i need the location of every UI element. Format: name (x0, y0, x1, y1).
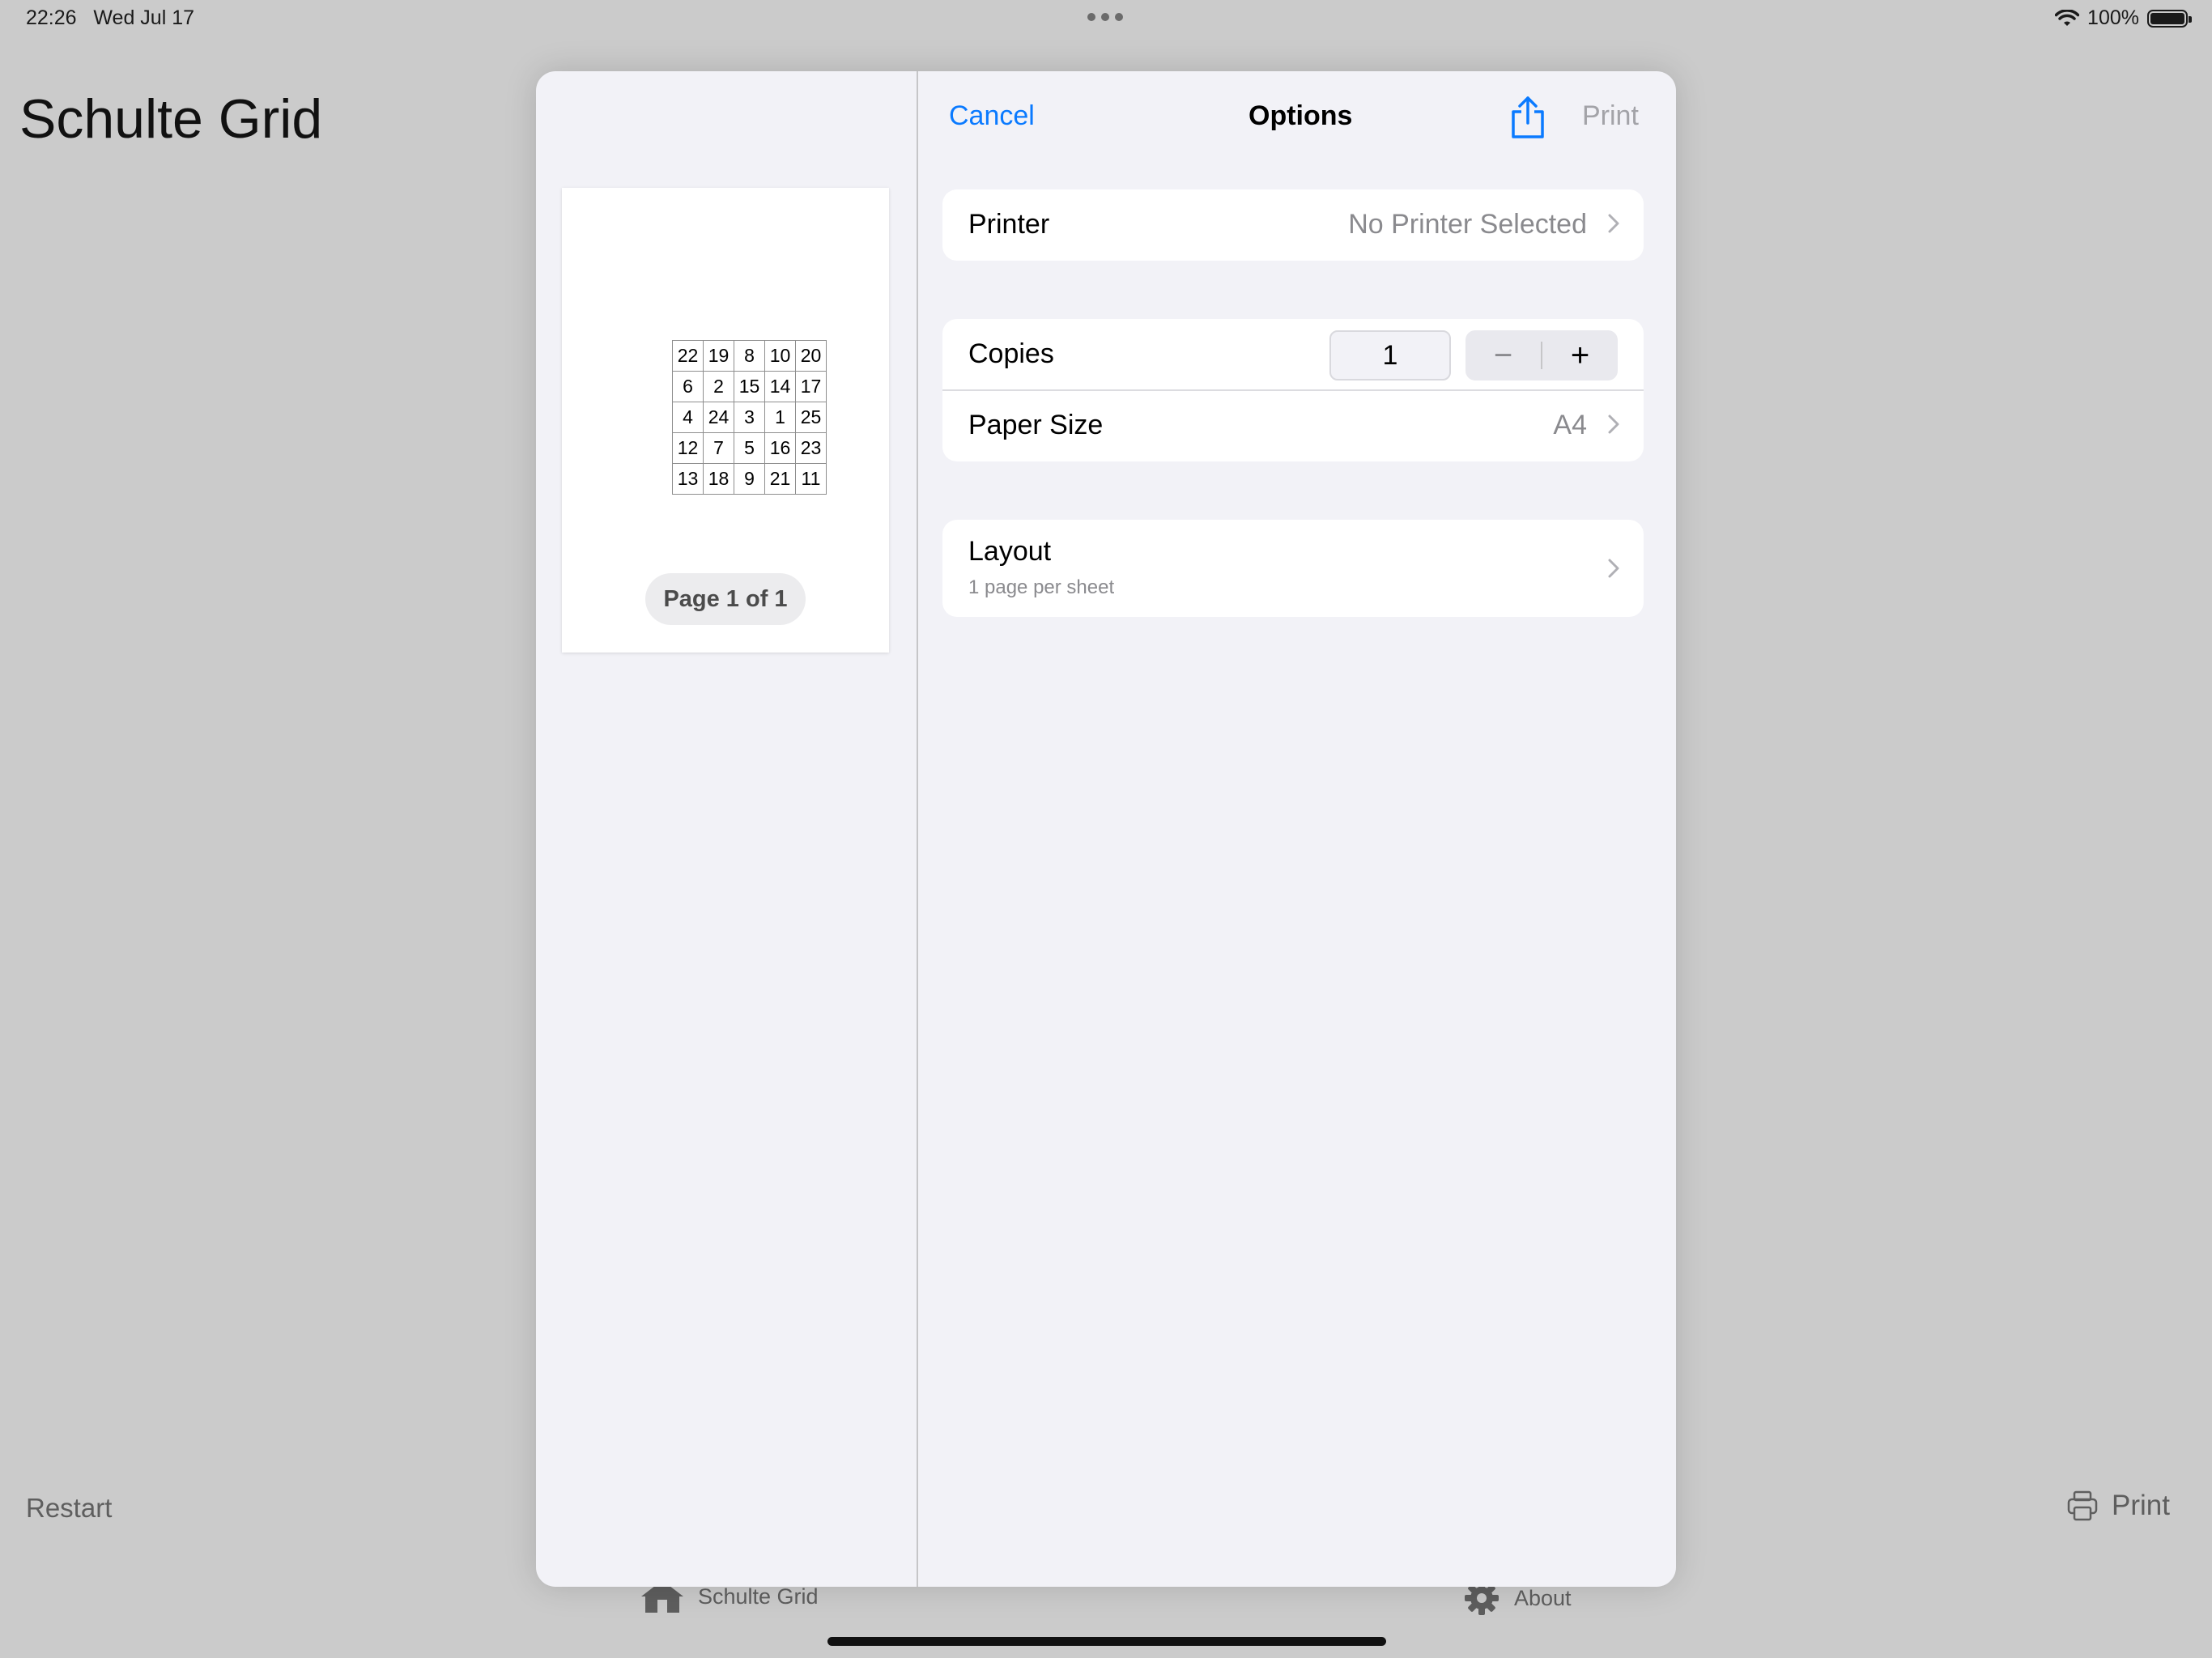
layout-group: Layout 1 page per sheet (942, 520, 1644, 617)
paper-size-value: A4 (1553, 410, 1587, 440)
copies-row: Copies 1 − + (942, 319, 1644, 390)
grid-cell: 16 (764, 432, 796, 464)
grid-cell: 14 (764, 371, 796, 402)
status-time: 22:26 Wed Jul 17 (26, 6, 194, 30)
grid-cell: 25 (795, 402, 827, 433)
chevron-right-icon (1608, 414, 1619, 434)
grid-cell: 8 (734, 340, 765, 372)
layout-row[interactable]: Layout 1 page per sheet (942, 520, 1644, 617)
copies-stepper: − + (1465, 330, 1618, 380)
grid-cell: 21 (764, 463, 796, 495)
grid-cell: 10 (764, 340, 796, 372)
layout-subtitle: 1 page per sheet (968, 576, 1115, 598)
share-icon[interactable] (1509, 96, 1546, 139)
printer-group: Printer No Printer Selected (942, 189, 1644, 261)
wifi-icon (2055, 9, 2080, 26)
status-indicators: 100% (2055, 6, 2192, 30)
grid-cell: 2 (703, 371, 734, 402)
tab-label: Schulte Grid (698, 1584, 819, 1609)
grid-cell: 22 (672, 340, 704, 372)
grid-cell: 17 (795, 371, 827, 402)
grid-cell: 6 (672, 371, 704, 402)
paper-size-label: Paper Size (968, 410, 1104, 440)
grid-cell: 23 (795, 432, 827, 464)
grid-cell: 5 (734, 432, 765, 464)
chevron-right-icon (1608, 559, 1619, 578)
grid-cell: 19 (703, 340, 734, 372)
paper-size-row[interactable]: Paper Size A4 (942, 390, 1644, 461)
print-options-sheet: 22 19 8 10 20 6 2 15 14 17 4 24 3 1 25 12 7 5 16 23 13 18 9 21 1… (536, 71, 1676, 1587)
restart-button[interactable]: Restart (26, 1493, 112, 1524)
grid-row: 6 2 15 14 17 (672, 371, 827, 402)
pane-divider (917, 71, 918, 1587)
schulte-grid-preview: 22 19 8 10 20 6 2 15 14 17 4 24 3 1 25 12 7 5 16 23 13 18 9 21 1… (672, 340, 827, 495)
multitasking-dots[interactable] (1087, 13, 1123, 21)
grid-cell: 24 (703, 402, 734, 433)
app-title: Schulte Grid (19, 88, 323, 150)
grid-cell: 12 (672, 432, 704, 464)
page-preview[interactable]: 22 19 8 10 20 6 2 15 14 17 4 24 3 1 25 12 7 5 16 23 13 18 9 21 1… (562, 188, 889, 653)
grid-row: 13 18 9 21 11 (672, 463, 827, 495)
grid-cell: 1 (764, 402, 796, 433)
tab-label: About (1514, 1585, 1572, 1610)
chevron-right-icon (1608, 214, 1619, 233)
status-clock: 22:26 (26, 6, 77, 29)
grid-cell: 4 (672, 402, 704, 433)
printer-value: No Printer Selected (1348, 209, 1587, 240)
copies-field[interactable]: 1 (1329, 330, 1451, 380)
dialog-title: Options (1249, 100, 1353, 131)
print-button[interactable]: Print (1582, 100, 1639, 132)
toolbar-print-button[interactable]: Print (2066, 1490, 2170, 1522)
toolbar-print-label: Print (2112, 1490, 2170, 1521)
grid-cell: 3 (734, 402, 765, 433)
copies-paper-group: Copies 1 − + Paper Size A4 (942, 319, 1644, 461)
battery-percent: 100% (2087, 6, 2139, 29)
grid-cell: 15 (734, 371, 765, 402)
grid-row: 22 19 8 10 20 (672, 340, 827, 372)
grid-cell: 20 (795, 340, 827, 372)
grid-cell: 9 (734, 463, 765, 495)
layout-label: Layout (968, 536, 1052, 567)
grid-cell: 7 (703, 432, 734, 464)
decrement-button[interactable]: − (1465, 330, 1541, 380)
battery-icon (2147, 9, 2192, 28)
copies-label: Copies (968, 338, 1054, 369)
page-indicator: Page 1 of 1 (645, 573, 806, 625)
printer-icon (2067, 1490, 2098, 1521)
grid-cell: 11 (795, 463, 827, 495)
grid-row: 4 24 3 1 25 (672, 402, 827, 433)
status-date: Wed Jul 17 (93, 6, 195, 29)
printer-row[interactable]: Printer No Printer Selected (942, 189, 1644, 261)
home-indicator[interactable] (827, 1637, 1386, 1646)
printer-label: Printer (968, 209, 1050, 240)
grid-cell: 18 (703, 463, 734, 495)
increment-button[interactable]: + (1542, 330, 1618, 380)
cancel-button[interactable]: Cancel (949, 100, 1035, 132)
grid-cell: 13 (672, 463, 704, 495)
grid-row: 12 7 5 16 23 (672, 432, 827, 464)
